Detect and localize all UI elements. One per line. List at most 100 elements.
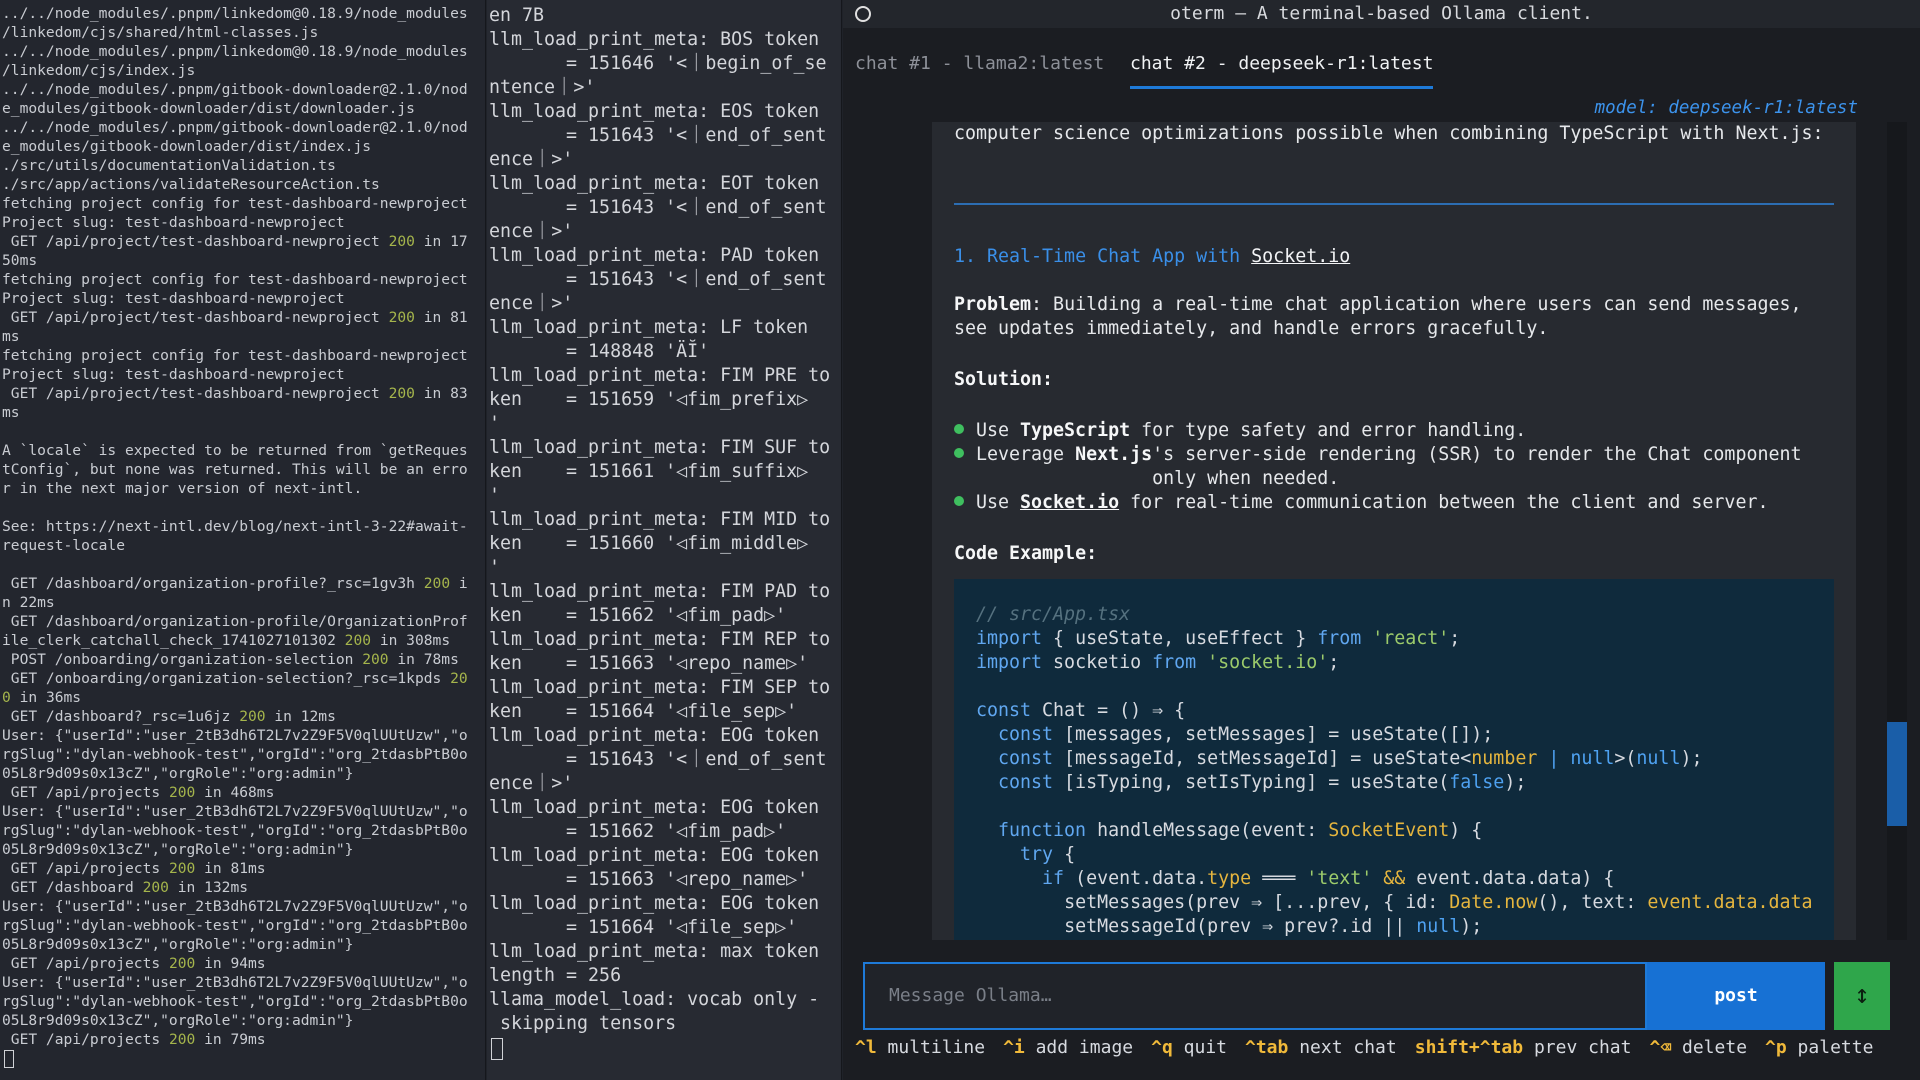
socketio-link[interactable]: Socket.io (1020, 492, 1119, 513)
chat-messages[interactable]: computer science optimizations possible … (932, 122, 1856, 940)
keybinding[interactable]: ^q quit (1151, 1037, 1227, 1058)
keybinding[interactable]: shift+^tab prev chat (1415, 1037, 1632, 1058)
log-line: llm_load_print_meta: BOS token (489, 29, 820, 50)
terminal-cursor (491, 1038, 503, 1060)
keybinding[interactable]: ^i add image (1003, 1037, 1133, 1058)
solution-label: Solution: (954, 369, 1054, 390)
code-keyword: from (1152, 652, 1197, 673)
log-line: llm_load_print_meta: EOS token (489, 101, 820, 122)
bullet-dot (954, 448, 964, 458)
log-line: rgSlug":"dylan-webhook-test","orgId":"or… (2, 746, 468, 763)
log-text: GET /api/project/test-dashboard-newproje… (2, 309, 389, 326)
code-block: // src/App.tsx import { useState, useEff… (954, 579, 1834, 940)
keybinding[interactable]: ^p palette (1765, 1037, 1873, 1058)
code-text: ); (1460, 916, 1483, 937)
message-input[interactable] (887, 984, 1631, 1007)
post-button[interactable]: post (1647, 962, 1825, 1030)
code-literal: null (1570, 748, 1615, 769)
code-text: socketio (1042, 652, 1153, 673)
log-line: llm_load_print_meta: FIM SEP to (489, 677, 831, 698)
log-line: POST /onboarding/organization-selection … (2, 650, 485, 669)
log-text: in 132ms (168, 879, 249, 896)
log-line: = 151643 '<｜end_of_sent (489, 197, 827, 218)
status-code: 200 (344, 632, 372, 649)
log-text: i (450, 575, 468, 592)
code-keyword: function (998, 820, 1087, 841)
code-keyword: const (998, 772, 1054, 793)
heading-text: 1. Real-Time Chat App with (954, 246, 1252, 267)
log-line: llm_load_print_meta: FIM REP to (489, 629, 831, 650)
code-text: setMessages(prev ⇒ [...prev, { id: (1064, 892, 1450, 913)
terminal-pane-nextjs-log[interactable]: ../../node_modules/.pnpm/linkedom@0.18.9… (0, 0, 486, 1080)
chat-tabs: chat #1 - llama2:latest chat #2 - deepse… (843, 38, 1920, 89)
log-line: = 151663 '◁repo_name▷' (489, 869, 809, 890)
log-line: = 151662 '◁fim_pad▷' (489, 821, 787, 842)
keybinding-label: next chat (1288, 1037, 1397, 1058)
log-line: 05L8r9d09s0x13cZ","orgRole":"org:admin"} (2, 841, 354, 858)
code-text: [messages, setMessages] = useState([]); (1053, 724, 1494, 745)
tab-chat-1[interactable]: chat #1 - llama2:latest (855, 52, 1104, 86)
code-text: && (1372, 868, 1417, 889)
keybinding-label: prev chat (1523, 1037, 1632, 1058)
terminal-pane-llama-log[interactable]: en 7B llm_load_print_meta: BOS token = 15… (487, 0, 842, 1080)
log-text: in 468ms (195, 784, 275, 801)
log-line: GET /api/project/test-dashboard-newproje… (2, 384, 485, 403)
log-line: llm_load_print_meta: FIM SUF to (489, 437, 831, 458)
log-line: llm_load_print_meta: max token (489, 941, 820, 962)
code-text: (), text: (1537, 892, 1648, 913)
keybinding-key: ^tab (1245, 1037, 1289, 1058)
socketio-link[interactable]: Socket.io (1251, 246, 1350, 267)
keybinding-key: ^i (1003, 1037, 1025, 1058)
keybinding-key: shift+^tab (1414, 1037, 1524, 1058)
code-text: ); (1504, 772, 1527, 793)
log-line: ence｜>' (489, 149, 574, 170)
log-line: request-locale (2, 537, 126, 554)
code-keyword: if (1042, 868, 1065, 889)
code-keyword: import (976, 652, 1043, 673)
keybinding-key: ^l (855, 1037, 877, 1058)
log-text: in 83 (414, 385, 468, 402)
code-text: event.data.data) { (1416, 868, 1615, 889)
code-keyword: try (1020, 844, 1054, 865)
code-string: 'react' (1361, 628, 1450, 649)
list-item: Use Socket.io for real-time communicatio… (954, 491, 1768, 515)
log-line: ence｜>' (489, 773, 574, 794)
log-line: Project slug: test-dashboard-newproject (2, 366, 345, 383)
log-line: ../../node_modules/.pnpm/linkedom@0.18.9… (2, 43, 468, 60)
log-line: llm_load_print_meta: FIM PAD to (489, 581, 831, 602)
log-line: r in the next major version of next-intl… (2, 480, 363, 497)
log-line: GET /onboarding/organization-selection?_… (2, 669, 485, 688)
code-text: >( (1614, 748, 1637, 769)
log-line: 05L8r9d09s0x13cZ","orgRole":"org:admin"} (2, 1012, 354, 1029)
keybinding-key: ^⌫ (1649, 1037, 1672, 1058)
keybinding[interactable]: ^⌫ delete (1649, 1037, 1747, 1058)
keybinding-key: ^q (1151, 1037, 1173, 1058)
log-text: GET /api/projects (2, 784, 169, 801)
log-text: in 36ms (10, 689, 82, 706)
log-line: llm_load_print_meta: EOT token (489, 173, 820, 194)
keybinding[interactable]: ^l multiline (855, 1037, 985, 1058)
status-code: 200 (168, 860, 196, 877)
log-line: fetching project config for test-dashboa… (2, 195, 468, 212)
log-line: rgSlug":"dylan-webhook-test","orgId":"or… (2, 822, 468, 839)
log-line: = 151643 '<｜end_of_sent (489, 749, 827, 770)
problem-label: Problem (954, 294, 1032, 315)
message-input-box[interactable] (863, 962, 1647, 1030)
log-text: in 12ms (265, 708, 336, 725)
status-code: 200 (388, 385, 415, 402)
log-line: llm_load_print_meta: EOG token (489, 893, 820, 914)
tab-chat-2[interactable]: chat #2 - deepseek-r1:latest (1130, 52, 1434, 89)
keybinding-label: delete (1671, 1037, 1748, 1058)
keybinding[interactable]: ^tab next chat (1245, 1037, 1397, 1058)
chat-scrollbar-thumb[interactable] (1887, 722, 1907, 826)
log-line: llm_load_print_meta: LF token (489, 317, 809, 338)
log-text: GET /dashboard/organization-profile?_rsc… (2, 575, 424, 592)
log-line: ile_clerk_catchall_check_1741027101302 2… (2, 631, 485, 650)
multiline-toggle-button[interactable]: ↕ (1834, 962, 1890, 1030)
log-text: in 94ms (195, 955, 266, 972)
keybinding-label: quit (1172, 1037, 1227, 1058)
code-text: { useState, useEffect } (1042, 628, 1318, 649)
code-type: number (1471, 748, 1538, 769)
